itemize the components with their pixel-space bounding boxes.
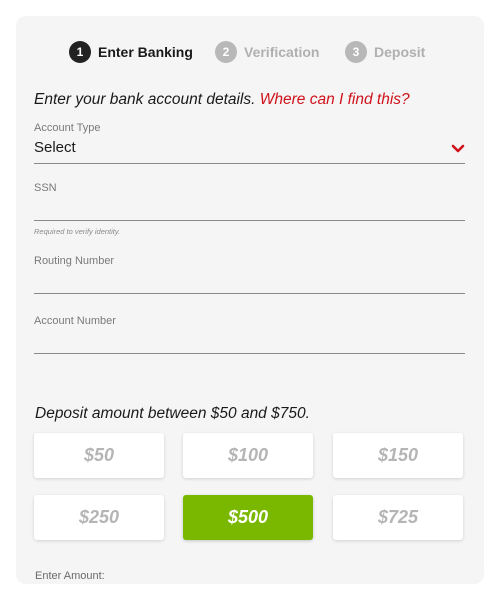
account-type-value: Select bbox=[34, 139, 76, 156]
ssn-label: SSN bbox=[34, 182, 57, 194]
amount-button-50[interactable]: $50 bbox=[34, 433, 164, 478]
step-label: Enter Banking bbox=[98, 44, 193, 60]
amount-button-150[interactable]: $150 bbox=[333, 433, 463, 478]
find-details-help-link[interactable]: Where can I find this? bbox=[260, 91, 410, 108]
routing-number-label: Routing Number bbox=[34, 255, 115, 267]
step-number: 2 bbox=[215, 41, 237, 63]
chevron-down-icon[interactable] bbox=[451, 144, 465, 154]
amount-button-100[interactable]: $100 bbox=[183, 433, 313, 478]
account-number-underline bbox=[34, 353, 465, 354]
progress-stepper: 1 Enter Banking 2 Verification 3 Deposit bbox=[16, 40, 484, 64]
routing-number-underline bbox=[34, 293, 465, 294]
step-deposit: 3 Deposit bbox=[345, 40, 425, 64]
account-type-select[interactable]: Account Type Select bbox=[34, 122, 465, 164]
deposit-amount-heading: Deposit amount between $50 and $750. bbox=[35, 405, 310, 422]
enter-amount-label: Enter Amount: bbox=[35, 570, 105, 582]
ssn-field[interactable]: SSN Required to verify identity. bbox=[34, 182, 465, 236]
step-number: 1 bbox=[69, 41, 91, 63]
amount-button-725[interactable]: $725 bbox=[333, 495, 463, 540]
amount-button-250[interactable]: $250 bbox=[34, 495, 164, 540]
bank-details-heading-text: Enter your bank account details. bbox=[34, 91, 256, 108]
routing-number-field[interactable]: Routing Number bbox=[34, 255, 465, 295]
bank-details-heading: Enter your bank account details. Where c… bbox=[34, 91, 410, 109]
account-number-field[interactable]: Account Number bbox=[34, 315, 465, 355]
step-number: 3 bbox=[345, 41, 367, 63]
step-label: Verification bbox=[244, 44, 320, 60]
amount-button-500[interactable]: $500 bbox=[183, 495, 313, 540]
account-number-label: Account Number bbox=[34, 315, 116, 327]
ssn-hint: Required to verify identity. bbox=[34, 227, 121, 236]
step-label: Deposit bbox=[374, 44, 426, 60]
account-type-label: Account Type bbox=[34, 122, 101, 134]
account-type-underline bbox=[34, 163, 465, 164]
bank-deposit-card: 1 Enter Banking 2 Verification 3 Deposit… bbox=[16, 16, 484, 584]
step-verification: 2 Verification bbox=[215, 40, 319, 64]
step-enter-banking: 1 Enter Banking bbox=[69, 40, 193, 64]
ssn-underline bbox=[34, 220, 465, 221]
